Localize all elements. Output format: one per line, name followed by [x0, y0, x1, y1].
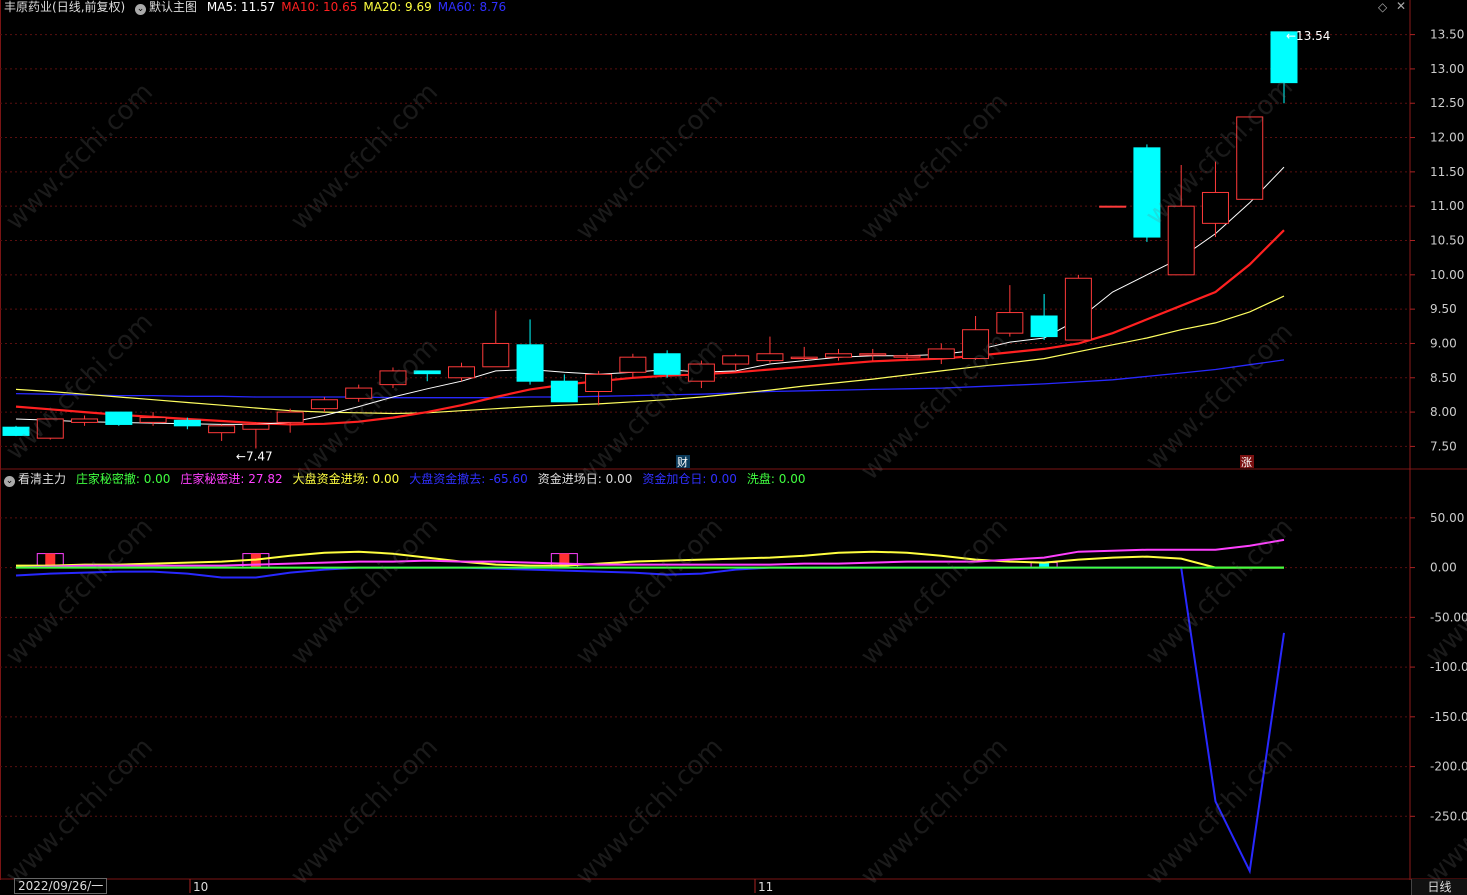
indicator-name[interactable]: 看清主力: [18, 472, 66, 486]
candle-body: [1099, 205, 1127, 208]
sub-tick-label: 0.00: [1430, 561, 1457, 575]
candle-body: [1064, 277, 1092, 341]
candle-body: [276, 411, 304, 423]
price-tick-label: 12.50: [1430, 96, 1464, 110]
candle-body: [1201, 191, 1229, 224]
ma-legend-item: MA60: 8.76: [437, 0, 507, 14]
period-tab[interactable]: 日线: [1411, 879, 1467, 895]
sub-magenta-line: [15, 538, 1285, 569]
sub-tick-label: -150.0: [1430, 710, 1467, 724]
price-tick-label: 13.50: [1430, 28, 1464, 42]
candle-body: [242, 423, 270, 430]
stock-name[interactable]: 丰原药业: [4, 0, 52, 14]
event-marker-cai: 财: [677, 455, 688, 469]
chart-mode: (日线,前复权): [52, 0, 126, 14]
indicator-legend-item: 资金进场日: 0.00: [537, 472, 633, 486]
indicator-legend-item: 大盘资金进场: 0.00: [292, 472, 400, 486]
price-tick-label: 9.00: [1430, 336, 1457, 350]
indicator-legend: 庄家秘密撤: 0.00 庄家秘密进: 27.82 大盘资金进场: 0.00 大盘资金撤…: [76, 472, 816, 486]
candle-body: [516, 344, 544, 382]
indicator-legend-item: 洗盘: 0.00: [746, 472, 806, 486]
price-tick-label: 13.00: [1430, 62, 1464, 76]
sub-tick-label: 50.00: [1430, 511, 1464, 525]
candle-body: [653, 353, 681, 375]
candle-body: [996, 312, 1024, 334]
candle-body: [105, 411, 133, 425]
candle-body: [310, 399, 338, 410]
candle-body: [1030, 315, 1058, 338]
price-tick-label: 8.00: [1430, 405, 1457, 419]
candle-body: [1167, 205, 1195, 276]
price-tick-label: 12.00: [1430, 131, 1464, 145]
candle-body: [927, 348, 955, 360]
ma-legend-item: MA10: 10.65: [281, 0, 358, 14]
indicator-legend-item: 大盘资金撤去: -65.60: [409, 472, 528, 486]
ma60-line: [15, 359, 1285, 399]
template-icon[interactable]: ⌄: [135, 4, 147, 15]
close-icon[interactable]: ✕: [1396, 0, 1406, 13]
main-chart-header: 丰原药业(日线,前复权) ⌄ 默认主图 MA5: 11.57 MA10: 10.65…: [4, 0, 518, 16]
sub-tick-label: -200.0: [1430, 760, 1467, 774]
candle-body: [687, 363, 715, 382]
price-tick-label: 8.50: [1430, 371, 1457, 385]
high-price-label: ←13.54: [1286, 29, 1330, 43]
candle-body: [790, 356, 818, 360]
sub-chart-header: ⌄ 看清主力 庄家秘密撤: 0.00 庄家秘密进: 27.82 大盘资金进场: 0.0…: [4, 470, 822, 488]
candle-body: [173, 419, 201, 427]
date-cursor-label: 2022/09/26/一: [14, 878, 108, 894]
candle-body: [413, 370, 441, 375]
sub-tick-label: -250.0: [1430, 809, 1467, 823]
diamond-icon[interactable]: ◇: [1378, 0, 1387, 14]
candle-body: [2, 426, 30, 436]
price-tick-label: 11.00: [1430, 199, 1464, 213]
candle-body: [139, 417, 167, 423]
candle-body: [824, 353, 852, 358]
candle-body: [448, 366, 476, 379]
price-tick-label: 11.50: [1430, 165, 1464, 179]
sub-tick-label: -50.00: [1430, 610, 1467, 624]
candle-body: [962, 329, 990, 360]
month-label: 11: [758, 880, 773, 894]
candle-body: [756, 353, 784, 362]
indicator-legend-item: 庄家秘密进: 27.82: [180, 472, 283, 486]
candle-body: [36, 418, 64, 439]
chart-canvas[interactable]: 13.50 13.00 12.50 12.00 11.50 11.00 10.50 10.00…: [0, 0, 1467, 895]
price-tick-label: 7.50: [1430, 439, 1457, 453]
candle-body: [379, 370, 407, 386]
candle-body: [208, 425, 236, 434]
price-tick-label: 10.50: [1430, 234, 1464, 248]
candle-body: [345, 387, 373, 399]
candle-body: [893, 355, 921, 358]
price-tick-label: 9.50: [1430, 302, 1457, 316]
indicator-menu-icon[interactable]: ⌄: [4, 476, 15, 487]
candle-body: [1133, 147, 1161, 238]
indicator-legend-item: 资金加仓日: 0.00: [642, 472, 737, 486]
candle-body: [482, 342, 510, 368]
price-tick-label: 10.00: [1430, 268, 1464, 282]
month-label: 10: [193, 880, 208, 894]
ma-legend: MA5: 11.57 MA10: 10.65 MA20: 9.69 MA60: 8.7…: [207, 0, 512, 14]
sub-blue-line: [15, 566, 1285, 875]
candle-body: [71, 418, 99, 423]
candle-body: [550, 380, 578, 403]
candle-body: [619, 356, 647, 373]
candle-body: [722, 355, 750, 365]
event-marker-zhang: 涨: [1241, 456, 1252, 469]
sub-tick-label: -100.0: [1430, 660, 1467, 674]
ma-legend-item: MA5: 11.57: [206, 0, 276, 14]
low-price-label: ←7.47: [236, 449, 273, 463]
indicator-legend-item: 庄家秘密撤: 0.00: [75, 472, 171, 486]
candle-body: [585, 373, 613, 393]
template-name[interactable]: 默认主图: [149, 0, 197, 14]
candle-body: [859, 353, 887, 356]
ma-legend-item: MA20: 9.69: [363, 0, 432, 14]
candle-body: [1236, 116, 1264, 200]
